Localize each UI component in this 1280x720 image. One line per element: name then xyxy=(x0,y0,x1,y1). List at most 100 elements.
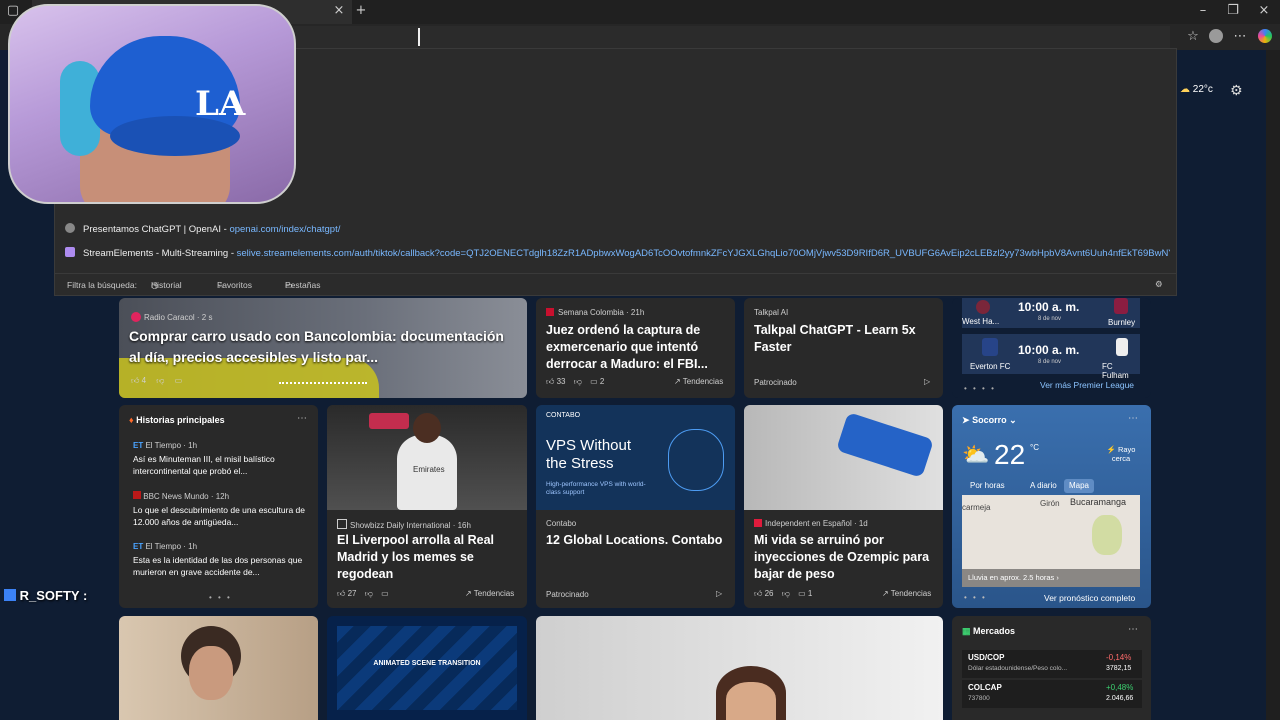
ad-image: CONTABO VPS Without the Stress High-perf… xyxy=(536,405,735,510)
news-title[interactable]: Comprar carro usado con Bancolombia: doc… xyxy=(129,326,519,368)
rain-forecast[interactable]: Lluvia en aprox. 2.5 horas › xyxy=(962,569,1140,587)
ad-card-contabo[interactable]: CONTABO VPS Without the Stress High-perf… xyxy=(536,405,735,608)
more-options-icon[interactable]: ⋯ xyxy=(1128,413,1138,424)
news-card-bancolombia[interactable]: Radio Caracol · 2 s Comprar carro usado … xyxy=(119,298,527,398)
ad-subtext: High-performance VPS with world-class su… xyxy=(546,481,646,496)
news-card-woman[interactable] xyxy=(119,616,318,720)
weather-map[interactable]: carmeja Girón Bucaramanga Lluvia en apro… xyxy=(962,495,1140,587)
settings-gear-icon[interactable]: ⚙ xyxy=(1230,83,1243,99)
top-story-item[interactable]: ET El Tiempo · 1h Esta es la identidad d… xyxy=(133,542,313,578)
tab-hourly[interactable]: Por horas xyxy=(970,481,1005,490)
filter-favorites-label: Favoritos xyxy=(217,280,252,290)
match-date: 8 de nov xyxy=(1038,359,1062,365)
full-forecast-link[interactable]: Ver pronóstico completo xyxy=(1044,593,1135,603)
weather-card[interactable]: ➤ Socorro ⌄ ⋯ ⛅ 22 °C ⚡ Rayo cerca Por h… xyxy=(952,405,1151,608)
news-source: Radio Caracol · 2 s xyxy=(131,312,212,322)
pager-dots[interactable]: • • • xyxy=(964,593,987,602)
dislike-icon[interactable]: 👎︎ xyxy=(365,589,373,598)
news-source: ET El Tiempo · 1h xyxy=(133,542,313,551)
comment-icon[interactable]: ▭ xyxy=(381,589,389,598)
news-card-liverpool[interactable]: Emirates Showbizz Daily International · … xyxy=(327,405,527,608)
close-tab-icon[interactable]: × xyxy=(332,4,346,18)
top-story-item[interactable]: ET El Tiempo · 1h Así es Minuteman III, … xyxy=(133,441,313,477)
trending-tag: ↗ Tendencias xyxy=(882,589,931,598)
market-name: 737800 xyxy=(968,695,990,702)
ad-card-talkpal[interactable]: Talkpal AI Talkpal ChatGPT - Learn 5x Fa… xyxy=(744,298,943,398)
more-options-icon[interactable]: ⋯ xyxy=(1128,624,1138,635)
transition-pattern xyxy=(337,626,517,710)
source-text: Independent en Español · 1d xyxy=(765,519,868,528)
filter-label: Filtra la búsqueda: xyxy=(67,280,137,290)
copilot-icon[interactable] xyxy=(1258,29,1272,43)
minimize-icon[interactable]: – xyxy=(1196,4,1210,18)
close-window-icon[interactable]: × xyxy=(1257,4,1271,18)
tab-map[interactable]: Mapa xyxy=(1064,479,1094,493)
sports-card[interactable]: West Ha... 10:00 a. m. 8 de nov Burnley … xyxy=(952,298,1151,398)
source-logo-icon xyxy=(131,312,141,322)
new-tab-icon[interactable]: + xyxy=(354,4,368,18)
like-icon[interactable]: 👍︎ xyxy=(546,377,554,386)
home-team: Everton FC xyxy=(970,362,1011,371)
suggestion-chatgpt[interactable]: Presentamos ChatGPT | OpenAI - openai.co… xyxy=(65,221,1170,239)
favorites-star-icon[interactable]: ☆ xyxy=(1186,30,1200,44)
more-premier-league-link[interactable]: Ver más Premier League xyxy=(1040,380,1134,390)
news-title[interactable]: Juez ordenó la captura de exmercenario q… xyxy=(546,322,728,373)
news-card-maduro[interactable]: Semana Colombia · 21h Juez ordenó la cap… xyxy=(536,298,735,398)
like-icon[interactable]: 👍︎ xyxy=(754,589,762,598)
maximize-icon[interactable]: ❐ xyxy=(1226,4,1240,18)
weather-alert[interactable]: ⚡ Rayo cerca xyxy=(1102,445,1140,463)
news-card-car[interactable] xyxy=(536,616,943,720)
chat-overlay: R_SOFTY : xyxy=(4,588,87,603)
news-source: Independent en Español · 1d xyxy=(754,519,868,528)
suggestion-streamelements[interactable]: StreamElements - Multi-Streaming - seliv… xyxy=(65,245,1170,263)
news-title[interactable]: 12 Global Locations. Contabo xyxy=(546,532,728,549)
right-sidebar xyxy=(1266,50,1280,720)
news-title[interactable]: Talkpal ChatGPT - Learn 5x Faster xyxy=(754,322,934,356)
carousel-dots[interactable] xyxy=(279,382,367,387)
like-icon[interactable]: 👍︎ xyxy=(131,376,139,385)
news-title[interactable]: Mi vida se arruinó por inyecciones de Oz… xyxy=(754,532,936,583)
trending-tag: ↗ Tendencias xyxy=(465,589,514,598)
market-row[interactable]: COLCAP 737800 +0,48% 2.046,66 xyxy=(962,680,1142,708)
weather-temp: 22 xyxy=(994,439,1026,470)
settings-gear-icon[interactable]: ⚙ xyxy=(1155,274,1163,296)
weather-location[interactable]: ➤ Socorro ⌄ xyxy=(962,415,1017,426)
profile-avatar-icon[interactable] xyxy=(1209,29,1223,43)
trend-label: Tendencias xyxy=(682,377,724,386)
match-row[interactable]: West Ha... 10:00 a. m. 8 de nov Burnley xyxy=(962,298,1140,328)
chevron-down-icon: ⌄ xyxy=(1009,415,1017,425)
match-time: 10:00 a. m. xyxy=(1018,300,1080,314)
comment-icon[interactable]: ▭ xyxy=(175,376,183,385)
comment-icon[interactable]: ▭ xyxy=(590,377,598,386)
more-options-icon[interactable]: ⋯ xyxy=(297,413,307,424)
dislike-icon[interactable]: 👎︎ xyxy=(156,376,164,385)
dislike-icon[interactable]: 👎︎ xyxy=(782,589,790,598)
header-weather[interactable]: ☁ 22°c xyxy=(1180,84,1213,95)
news-image xyxy=(744,405,943,510)
ad-choices-icon[interactable]: ▷ xyxy=(716,589,722,598)
more-menu-icon[interactable]: ⋯ xyxy=(1233,30,1247,44)
news-card-ozempic[interactable]: Independent en Español · 1d Mi vida se a… xyxy=(744,405,943,608)
ad-choices-icon[interactable]: ▷ xyxy=(924,377,930,386)
pager-dots[interactable]: • • • • xyxy=(964,384,996,393)
market-row[interactable]: USD/COP Dólar estadounidense/Peso colo..… xyxy=(962,650,1142,678)
like-icon[interactable]: 👍︎ xyxy=(337,589,345,598)
top-stories-card: ♦ Historias principales ⋯ ET El Tiempo ·… xyxy=(119,405,318,608)
dislike-icon[interactable]: 👎︎ xyxy=(574,377,582,386)
pager-dots[interactable]: • • • xyxy=(209,593,232,602)
tab-daily[interactable]: A diario xyxy=(1030,481,1057,490)
reactions: 👍︎ 27 👎︎ ▭ xyxy=(337,589,389,599)
header-text: Mercados xyxy=(973,626,1016,636)
news-title[interactable]: El Liverpool arrolla al Real Madrid y lo… xyxy=(337,532,519,583)
source-text: El Tiempo · 1h xyxy=(145,441,198,450)
comment-icon[interactable]: ▭ xyxy=(798,589,806,598)
top-story-item[interactable]: BBC News Mundo · 12h Lo que el descubrim… xyxy=(133,491,313,528)
markets-card[interactable]: ▦ Mercados ⋯ USD/COP Dólar estadounidens… xyxy=(952,616,1151,720)
trend-label: Tendencias xyxy=(890,589,932,598)
match-row[interactable]: Everton FC 10:00 a. m. 8 de nov FC Fulha… xyxy=(962,334,1140,380)
market-name: Dólar estadounidense/Peso colo... xyxy=(968,665,1068,672)
trend-icon: ↗ xyxy=(882,589,889,598)
news-card-transition[interactable]: ANIMATED SCENE TRANSITION xyxy=(327,616,527,720)
pen-cap xyxy=(836,412,934,478)
burnley-crest-icon xyxy=(1114,298,1128,314)
